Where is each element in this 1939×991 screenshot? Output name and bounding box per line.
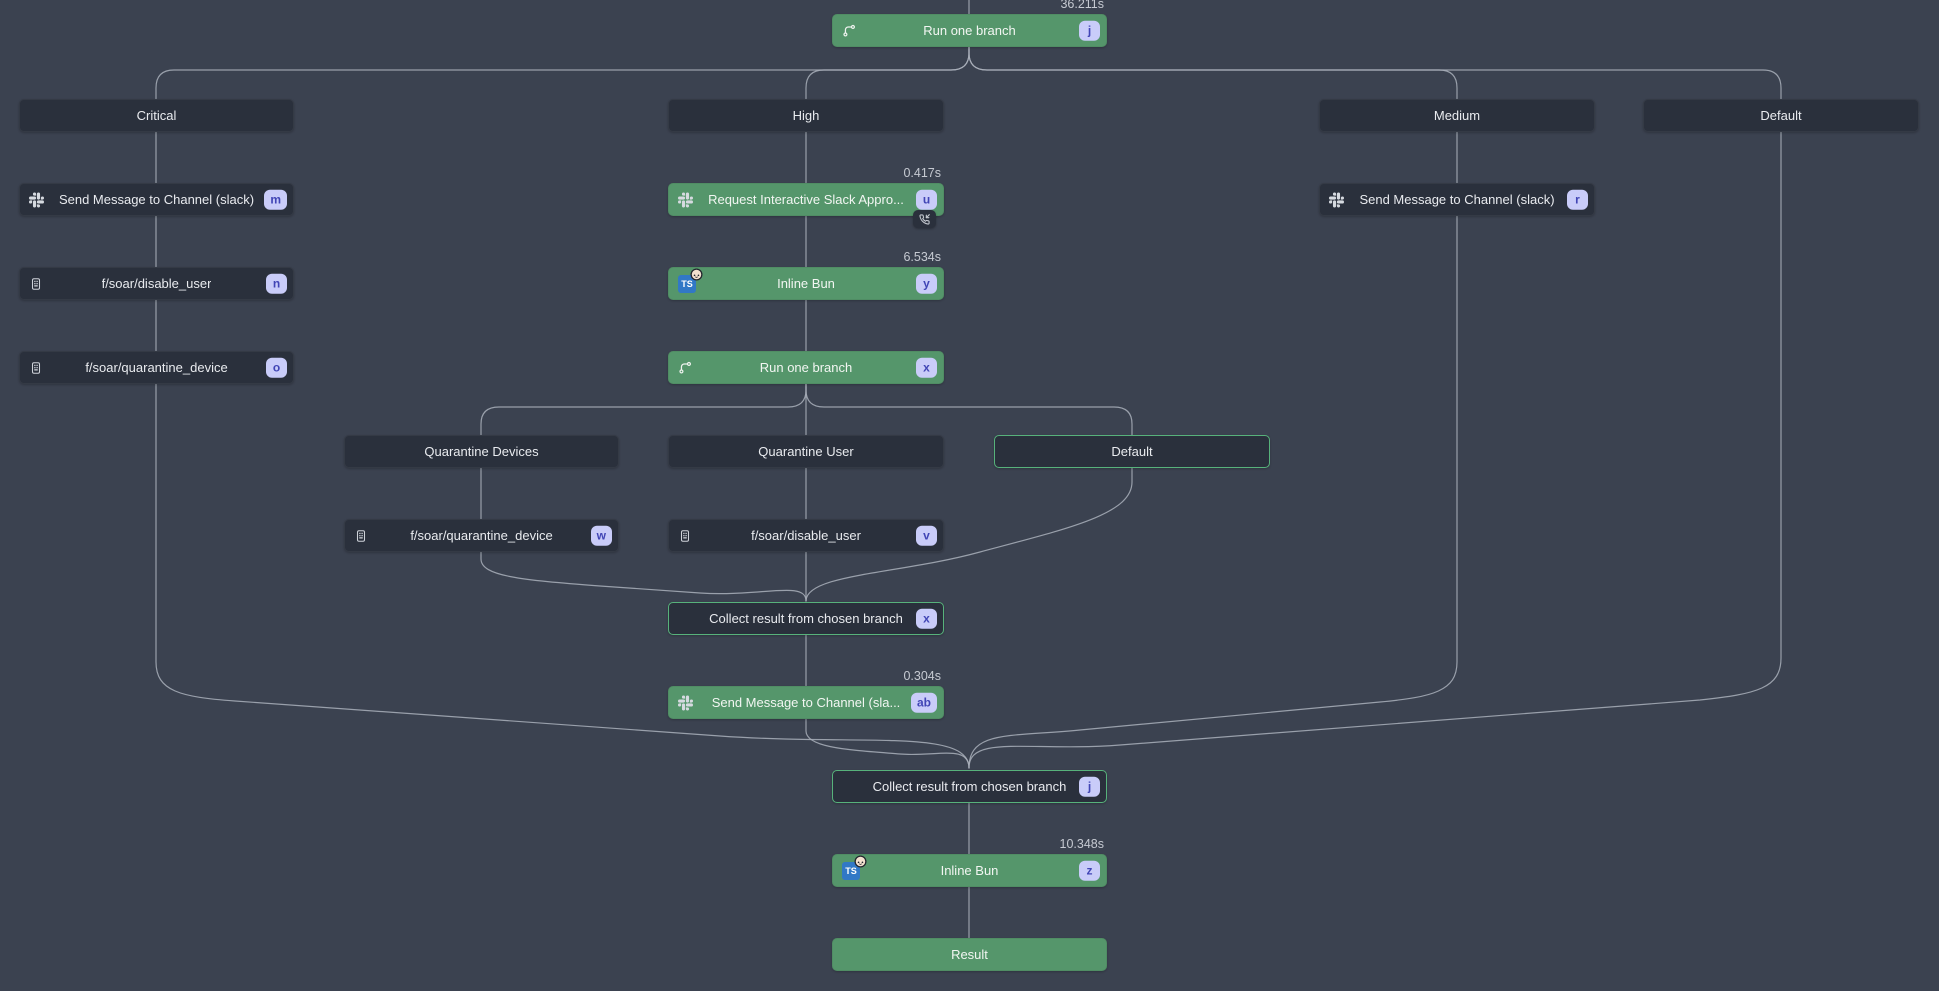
branch-icon — [842, 23, 857, 38]
node-send-message-medium[interactable]: Send Message to Channel (slack) r — [1319, 183, 1595, 216]
duration-label: 36.211s — [1060, 0, 1104, 11]
branch-label: Default — [1760, 108, 1801, 123]
branch-label: Medium — [1434, 108, 1480, 123]
typescript-icon: TS — [678, 275, 696, 293]
branch-label: Quarantine User — [758, 444, 853, 459]
branch-label: Quarantine Devices — [424, 444, 538, 459]
branch-label: High — [793, 108, 820, 123]
node-label: f/soar/disable_user — [102, 276, 212, 291]
branch-header-critical[interactable]: Critical — [19, 99, 294, 132]
node-label: Result — [951, 947, 988, 962]
suspend-indicator — [913, 210, 936, 228]
node-request-slack-approval[interactable]: Request Interactive Slack Appro... u 0.4… — [668, 183, 944, 216]
subbranch-header-default[interactable]: Default — [994, 435, 1270, 468]
flow-edges — [0, 0, 1939, 991]
node-id-badge: j — [1079, 776, 1100, 797]
node-id-badge: o — [266, 357, 287, 378]
duration-label: 0.417s — [903, 166, 941, 180]
node-label: Send Message to Channel (slack) — [1359, 192, 1554, 207]
slack-icon — [29, 192, 44, 207]
node-collect-result-inner[interactable]: Collect result from chosen branch x — [668, 602, 944, 635]
node-label: Send Message to Channel (slack) — [59, 192, 254, 207]
script-icon — [29, 361, 43, 375]
node-label: f/soar/disable_user — [751, 528, 861, 543]
typescript-icon: TS — [842, 862, 860, 880]
slack-icon — [678, 695, 693, 710]
node-label: f/soar/quarantine_device — [85, 360, 227, 375]
node-send-message-critical[interactable]: Send Message to Channel (slack) m — [19, 183, 294, 216]
node-id-badge: v — [916, 525, 937, 546]
flow-canvas: Run one branch j 36.211s Critical High M… — [0, 0, 1939, 991]
node-send-message-ab[interactable]: Send Message to Channel (sla... ab 0.304… — [668, 686, 944, 719]
node-quarantine-device-critical[interactable]: f/soar/quarantine_device o — [19, 351, 294, 384]
branch-header-medium[interactable]: Medium — [1319, 99, 1595, 132]
node-id-badge: ab — [911, 692, 937, 713]
duration-label: 0.304s — [903, 669, 941, 683]
duration-label: 10.348s — [1060, 837, 1104, 851]
node-label: Collect result from chosen branch — [709, 611, 903, 626]
node-id-badge: w — [591, 525, 612, 546]
bun-icon — [690, 268, 703, 281]
node-disable-user-sub[interactable]: f/soar/disable_user v — [668, 519, 944, 552]
node-id-badge: z — [1079, 860, 1100, 881]
node-disable-user-critical[interactable]: f/soar/disable_user n — [19, 267, 294, 300]
node-id-badge: y — [916, 273, 937, 294]
branch-label: Critical — [137, 108, 177, 123]
script-icon — [678, 529, 692, 543]
node-run-one-branch[interactable]: Run one branch j 36.211s — [832, 14, 1107, 47]
node-label: Send Message to Channel (sla... — [712, 695, 901, 710]
node-id-badge: j — [1079, 20, 1100, 41]
branch-header-high[interactable]: High — [668, 99, 944, 132]
node-label: Run one branch — [760, 360, 853, 375]
node-result[interactable]: Result — [832, 938, 1107, 971]
node-label: Inline Bun — [777, 276, 835, 291]
node-id-badge: n — [266, 273, 287, 294]
slack-icon — [678, 192, 693, 207]
node-label: Request Interactive Slack Appro... — [708, 192, 904, 207]
node-label: Inline Bun — [941, 863, 999, 878]
slack-icon — [1329, 192, 1344, 207]
node-quarantine-device-sub[interactable]: f/soar/quarantine_device w — [344, 519, 619, 552]
node-inline-bun-bottom[interactable]: TS Inline Bun z 10.348s — [832, 854, 1107, 887]
bun-icon — [854, 855, 867, 868]
node-collect-result-outer[interactable]: Collect result from chosen branch j — [832, 770, 1107, 803]
node-id-badge: r — [1567, 189, 1588, 210]
node-label: Run one branch — [923, 23, 1016, 38]
node-label: Collect result from chosen branch — [873, 779, 1067, 794]
node-label: f/soar/quarantine_device — [410, 528, 552, 543]
branch-icon — [678, 360, 693, 375]
phone-incoming-icon — [919, 214, 930, 225]
node-inline-bun-high[interactable]: TS Inline Bun y 6.534s — [668, 267, 944, 300]
node-run-one-branch-inner[interactable]: Run one branch x — [668, 351, 944, 384]
branch-label: Default — [1111, 444, 1152, 459]
branch-header-default[interactable]: Default — [1643, 99, 1919, 132]
duration-label: 6.534s — [903, 250, 941, 264]
script-icon — [354, 529, 368, 543]
node-id-badge: x — [916, 608, 937, 629]
subbranch-header-quarantine-user[interactable]: Quarantine User — [668, 435, 944, 468]
node-id-badge: m — [264, 189, 287, 210]
node-id-badge: u — [916, 189, 937, 210]
script-icon — [29, 277, 43, 291]
subbranch-header-quarantine-devices[interactable]: Quarantine Devices — [344, 435, 619, 468]
node-id-badge: x — [916, 357, 937, 378]
